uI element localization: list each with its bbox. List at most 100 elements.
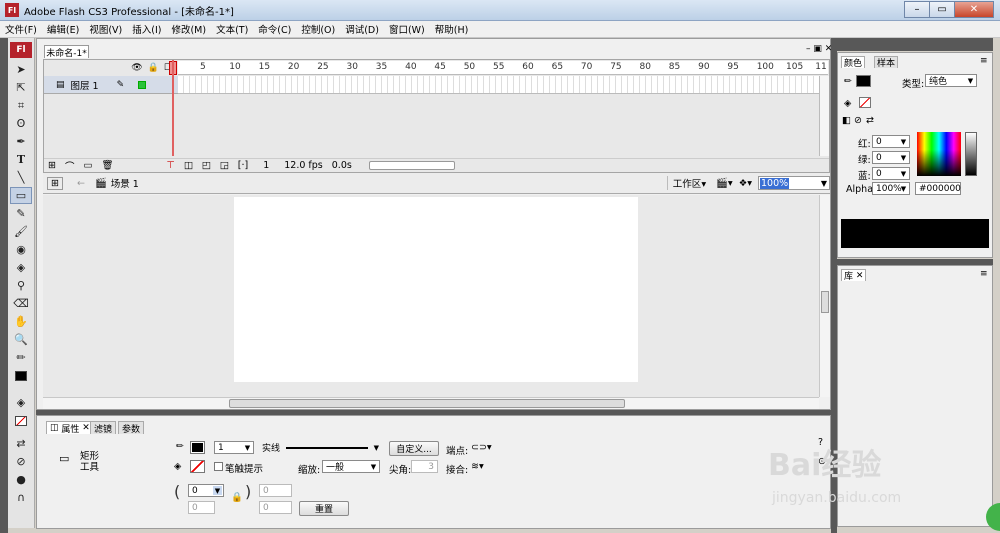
panel-menu-icon[interactable]: ≡ — [980, 269, 988, 279]
onion-skin-icon[interactable]: ◫ — [184, 160, 193, 171]
tab-swatches[interactable]: 样本 — [874, 56, 899, 69]
onion-markers-icon[interactable]: [·] — [238, 160, 248, 171]
stroke-swatch[interactable] — [10, 367, 32, 384]
close-button[interactable]: ✕ — [954, 1, 994, 18]
menu-control[interactable]: 控制(O) — [296, 22, 340, 36]
fill-none-swatch[interactable] — [10, 412, 32, 429]
menu-file[interactable]: 文件(F) — [0, 22, 42, 36]
stroke-style-select[interactable]: 实线 ▼ — [259, 441, 379, 455]
red-field[interactable]: 0 ▼ — [872, 135, 910, 148]
stage-canvas[interactable] — [234, 197, 638, 382]
doc-window-controls[interactable]: – ▣ ✕ — [806, 44, 832, 54]
frame-ruler[interactable]: 5 10 15 20 25 30 35 40 45 50 55 60 65 70 75 80 85 90 95 100… — [178, 61, 828, 75]
frame-cells[interactable] — [178, 76, 828, 94]
stroke-hint-checkbox[interactable] — [214, 462, 223, 471]
fill-color-swatch[interactable] — [190, 460, 205, 473]
tab-parameters[interactable]: 参数 — [118, 421, 145, 435]
show-hide-icon[interactable]: 👁 — [131, 63, 142, 73]
stroke-width-field[interactable]: 1 ▼ — [214, 441, 254, 454]
stroke-swatch[interactable] — [856, 75, 871, 87]
timeline-hscroll[interactable] — [368, 161, 455, 170]
edit-multiple-icon[interactable]: ◲ — [220, 160, 229, 171]
tab-color[interactable]: 颜色 — [841, 56, 866, 69]
line-tool-icon[interactable]: ╲ — [10, 169, 32, 186]
no-color-icon[interactable]: ⊘ — [10, 453, 32, 470]
selection-tool-icon[interactable]: ➤ — [10, 61, 32, 78]
tab-properties[interactable]: ◫ 属性 ✕ — [46, 421, 94, 435]
corner-radius-3[interactable]: 0 — [188, 501, 215, 514]
hand-tool-icon[interactable]: ✋ — [10, 313, 32, 330]
timeline-vscroll[interactable] — [819, 76, 829, 156]
pencil-icon[interactable]: ✎ — [10, 205, 32, 222]
fill-swatch[interactable] — [859, 97, 871, 108]
stage-vscroll[interactable] — [819, 195, 830, 397]
vscroll-thumb[interactable] — [821, 291, 829, 313]
menu-insert[interactable]: 插入(I) — [127, 22, 166, 36]
join-select-icon[interactable]: ≋▾ — [471, 461, 484, 472]
green-field[interactable]: 0 ▼ — [872, 151, 910, 164]
stroke-color-swatch[interactable] — [190, 441, 205, 454]
snap-magnet-icon[interactable]: ∩ — [10, 489, 32, 506]
text-tool-icon[interactable]: T — [10, 151, 32, 168]
stage-hscroll[interactable] — [43, 397, 819, 409]
center-frame-icon[interactable]: ⊤ — [167, 160, 175, 171]
miter-field[interactable]: 3 — [411, 460, 438, 473]
edit-symbol-icon[interactable]: ❖▾ — [739, 178, 752, 189]
menu-debug[interactable]: 调试(D) — [340, 22, 384, 36]
brightness-slider[interactable] — [965, 132, 977, 176]
onion-outline-icon[interactable]: ◰ — [202, 160, 211, 171]
add-layer-icon[interactable]: ⊞ — [48, 160, 56, 171]
reset-button[interactable]: 重置 — [299, 501, 349, 516]
rectangle-tool-icon[interactable]: ▭ — [10, 187, 32, 204]
menu-modify[interactable]: 修改(M) — [166, 22, 211, 36]
zoom-select[interactable]: 100% ▼ — [758, 176, 830, 190]
menu-edit[interactable]: 编辑(E) — [42, 22, 84, 36]
edit-scene-icon[interactable]: 🎬▾ — [716, 178, 733, 189]
custom-stroke-button[interactable]: 自定义... — [389, 441, 439, 456]
swap-colors-icon[interactable]: ⇄ — [10, 435, 32, 452]
corner-radius-1[interactable]: 0 ▼ — [188, 484, 224, 497]
tab-library[interactable]: 库 ✕ — [841, 269, 867, 282]
minimize-button[interactable]: – — [904, 1, 930, 18]
pen-icon[interactable]: ✒ — [10, 133, 32, 150]
layer-color-icon[interactable] — [138, 80, 147, 89]
paint-bucket-icon[interactable]: ◈ — [10, 259, 32, 276]
alpha-field[interactable]: 100% ▼ — [872, 182, 910, 195]
corner-radius-4[interactable]: 0 — [259, 501, 292, 514]
zoom-tool-icon[interactable]: 🔍 — [10, 331, 32, 348]
menu-help[interactable]: 帮助(H) — [430, 22, 474, 36]
fill-color-icon[interactable]: ◈ — [10, 394, 32, 411]
menu-window[interactable]: 窗口(W) — [384, 22, 430, 36]
eraser-icon[interactable]: ⌫ — [10, 295, 32, 312]
lock-corners-icon[interactable]: 🔒 — [231, 492, 243, 503]
stroke-color-icon[interactable]: ✏ — [10, 349, 32, 366]
color-spectrum[interactable] — [917, 132, 961, 176]
hscroll-thumb[interactable] — [229, 399, 625, 408]
workspace-menu[interactable]: 工作区▾ — [666, 176, 706, 190]
lasso-icon[interactable]: ʘ — [10, 115, 32, 132]
maximize-button[interactable]: ▭ — [929, 1, 955, 18]
back-arrow-icon[interactable]: ← — [77, 178, 85, 189]
no-color-icon[interactable]: ⊘ — [854, 115, 862, 126]
corner-radius-2[interactable]: 0 — [259, 484, 292, 497]
brush-icon[interactable]: 🖌 — [10, 223, 32, 240]
object-drawing-icon[interactable]: ● — [10, 471, 32, 488]
menu-text[interactable]: 文本(T) — [211, 22, 253, 36]
free-transform-icon[interactable]: ⌗ — [10, 97, 32, 114]
subselection-tool-icon[interactable]: ⇱ — [10, 79, 32, 96]
scale-select[interactable]: 一般 ▼ — [322, 460, 380, 473]
menu-view[interactable]: 视图(V) — [84, 22, 127, 36]
hex-field[interactable]: #000000 — [915, 182, 961, 195]
color-type-select[interactable]: 纯色 ▼ — [925, 74, 977, 87]
cap-select-icon[interactable]: ⊂⊃▾ — [471, 442, 492, 453]
add-folder-icon[interactable]: ▭ — [83, 160, 92, 171]
eyedropper-icon[interactable]: ⚲ — [10, 277, 32, 294]
tab-filters[interactable]: 滤镜 — [90, 421, 117, 435]
panel-menu-icon[interactable]: ≡ — [980, 56, 988, 66]
menu-commands[interactable]: 命令(C) — [253, 22, 296, 36]
ink-bottle-icon[interactable]: ◉ — [10, 241, 32, 258]
delete-layer-icon[interactable]: 🗑 — [101, 160, 113, 171]
black-white-icon[interactable]: ◧ — [842, 115, 851, 126]
timeline-toggle-icon[interactable]: ⊞ — [47, 176, 63, 190]
swap-colors-icon[interactable]: ⇄ — [866, 115, 874, 126]
